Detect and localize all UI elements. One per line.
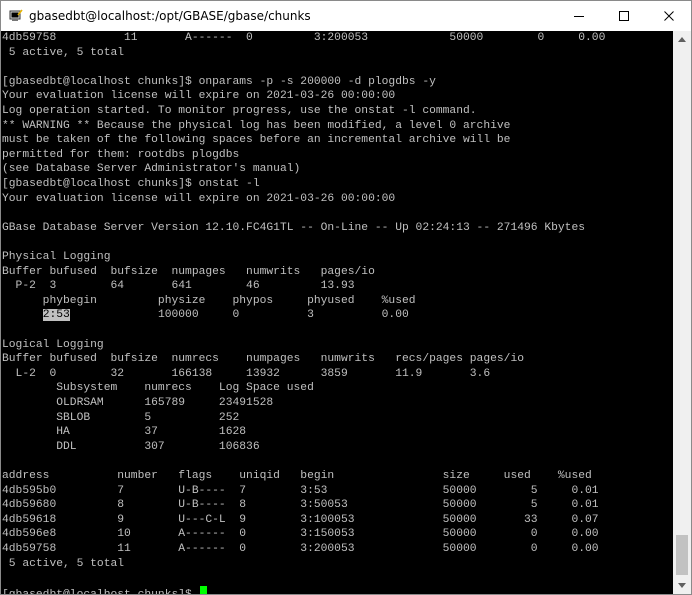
terminal-line: Your evaluation license will expire on 2… [2,90,396,103]
terminal-line: GBase Database Server Version 12.10.FC4G… [2,221,586,234]
maximize-icon [618,11,629,21]
terminal-line: 4db59680 8 U-B---- 8 3:50053 50000 5 0.0… [2,499,599,512]
scrollbar-thumb[interactable] [676,535,688,575]
terminal-line: [gbasedbt@localhost chunks]$ [2,585,207,594]
terminal-output[interactable]: 4db59758 11 A------ 0 3:200053 50000 0 0… [1,31,673,594]
terminal-line: Buffer bufused bufsize numpages numwrits… [2,265,375,278]
terminal-line: Physical Logging [2,251,111,263]
terminal-line: 4db596e8 10 A------ 0 3:150053 50000 0 0… [2,528,599,541]
terminal-line: 5 active, 5 total [2,557,125,570]
scroll-up-arrow-icon[interactable] [673,31,691,48]
terminal-window: gbasedbt@localhost:/opt/GBASE/gbase/chun… [0,0,692,595]
terminal-line: Buffer bufused bufsize numrecs numpages … [2,353,525,366]
terminal-line: 2:53 100000 0 3 0.00 [42,309,409,322]
terminal-line: must be taken of the following spaces be… [2,134,511,147]
terminal-cursor [199,585,207,594]
putty-terminal-icon [9,8,23,22]
terminal-line: DDL 307 106836 [2,440,260,453]
terminal-line: Subsystem numrecs Log Space used [2,382,314,395]
selected-text[interactable]: 2:53 [42,309,70,322]
terminal-line: [gbasedbt@localhost chunks]$ onparams -p… [2,75,436,88]
terminal-line: (see Database Server Administrator's man… [2,163,301,176]
window-title: gbasedbt@localhost:/opt/GBASE/gbase/chun… [29,9,311,23]
terminal-line: address number flags uniqid begin size u… [2,470,592,482]
terminal-line: SBLOB 5 252 [2,411,240,424]
minimize-button[interactable] [556,1,601,31]
close-icon [663,11,674,21]
terminal-line: Logical Logging [2,338,104,351]
terminal-line: phybegin physize phypos phyused %used [2,294,416,307]
terminal-line: 5 active, 5 total [2,46,125,59]
terminal-line: L-2 0 32 166138 13932 3859 11.9 3.6 [2,367,491,380]
terminal-line: Log operation started. To monitor progre… [2,105,477,117]
minimize-icon [573,16,584,17]
title-bar[interactable]: gbasedbt@localhost:/opt/GBASE/gbase/chun… [1,1,691,31]
scroll-down-arrow-icon[interactable] [673,577,691,594]
terminal-line: 4db59618 9 U---C-L 9 3:100053 50000 33 0… [2,513,599,526]
terminal-line: OLDRSAM 165789 23491528 [2,397,274,409]
terminal-line: [gbasedbt@localhost chunks]$ onstat -l [2,178,260,190]
vertical-scrollbar[interactable] [673,31,691,594]
terminal-line: 4db59758 11 A------ 0 3:200053 50000 0 0… [2,32,606,44]
terminal-line: HA 37 1628 [2,426,247,439]
terminal-line: P-2 3 64 641 46 13.93 [2,280,355,293]
terminal-line: Your evaluation license will expire on 2… [2,192,396,205]
shell-prompt: [gbasedbt@localhost chunks]$ [2,589,199,594]
terminal-line: 4db59758 11 A------ 0 3:200053 50000 0 0… [2,543,599,555]
close-button[interactable] [646,1,691,31]
terminal-line: permitted for them: rootdbs plogdbs [2,148,240,161]
terminal-line: ** WARNING ** Because the physical log h… [2,119,511,132]
terminal-line: 4db595b0 7 U-B---- 7 3:53 50000 5 0.01 [2,484,599,497]
maximize-button[interactable] [601,1,646,31]
